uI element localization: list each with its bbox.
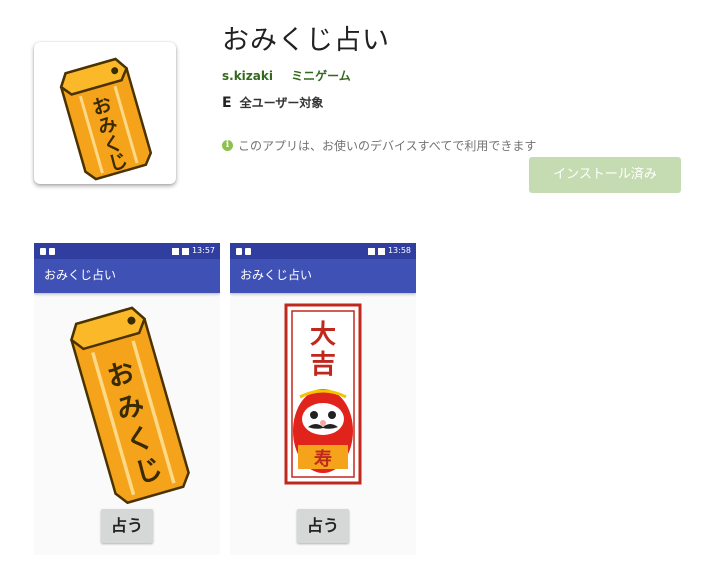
battery-icon: [181, 247, 189, 255]
fortune-char-1: 大: [310, 320, 336, 350]
compatibility-text: このアプリは、お使いのデバイスすべてで利用できます: [238, 139, 537, 153]
status-bar: 13:57: [34, 243, 220, 259]
daruma-char: 寿: [314, 448, 332, 470]
sim-icon: [40, 247, 46, 255]
content-rating: E 全ユーザー対象: [222, 94, 323, 111]
status-time: 13:58: [387, 246, 411, 255]
omikuji-cylinder-image: お み く じ: [69, 306, 190, 505]
status-time: 13:57: [191, 246, 215, 255]
signal-icon: [171, 247, 179, 255]
omikuji-icon: お み く じ: [59, 57, 153, 181]
sim-icon: [236, 247, 242, 255]
app-bar-title: おみくじ占い: [34, 259, 220, 293]
compatibility-notice: i このアプリは、お使いのデバイスすべてで利用できます: [222, 137, 536, 154]
app-detail-page: お み く じ おみくじ占い s.kizaki ミニゲーム E 全ユーザー対象 …: [0, 0, 705, 585]
category-link[interactable]: ミニゲーム: [291, 69, 351, 83]
android-icon: [49, 247, 55, 255]
app-bar-title: おみくじ占い: [230, 259, 416, 293]
content-rating-label: 全ユーザー対象: [239, 96, 324, 110]
install-button[interactable]: インストール済み: [529, 157, 681, 193]
app-icon: お み く じ: [34, 42, 176, 184]
android-icon: [245, 247, 251, 255]
app-meta: s.kizaki ミニゲーム: [222, 67, 351, 84]
fortune-char-2: 吉: [310, 350, 336, 380]
info-icon: i: [222, 140, 233, 151]
fortune-button[interactable]: 占う: [101, 509, 153, 543]
signal-icon: [367, 247, 375, 255]
fortune-button[interactable]: 占う: [297, 509, 349, 543]
screenshot-2[interactable]: 13:58 おみくじ占い 大 吉 寿 占う: [230, 243, 416, 555]
status-bar: 13:58: [230, 243, 416, 259]
developer-link[interactable]: s.kizaki: [222, 69, 273, 83]
screenshot-1[interactable]: 13:57 おみくじ占い お み く じ 占う: [34, 243, 220, 555]
esrb-e-icon: E: [222, 94, 232, 111]
daikichi-fortune-image: 大 吉 寿: [284, 303, 362, 485]
app-title: おみくじ占い: [222, 25, 390, 56]
battery-icon: [377, 247, 385, 255]
